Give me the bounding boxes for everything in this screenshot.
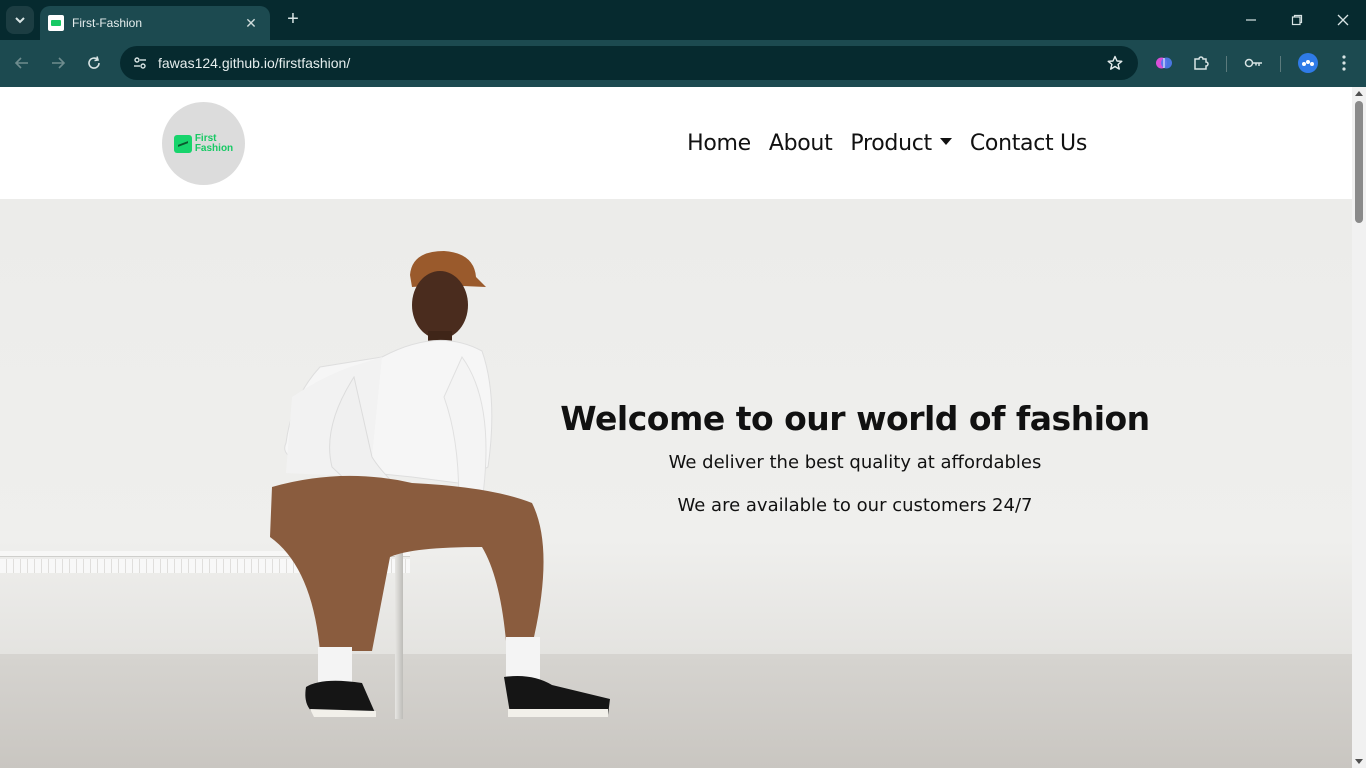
key-icon[interactable] xyxy=(1243,52,1265,74)
toolbar-divider xyxy=(1280,56,1281,72)
hero-tagline-2: We are available to our customers 24/7 xyxy=(677,495,1033,516)
hero-floor xyxy=(0,654,1352,768)
scroll-down-icon[interactable] xyxy=(1355,759,1363,764)
window-close-icon[interactable] xyxy=(1320,8,1366,32)
url-text[interactable]: fawas124.github.io/firstfashion/ xyxy=(158,55,1100,71)
chart-icon xyxy=(173,134,192,153)
hero-section: Welcome to our world of fashion We deliv… xyxy=(0,199,1352,768)
tab-search-button[interactable] xyxy=(6,6,34,34)
site-logo[interactable]: First Fashion xyxy=(162,102,245,185)
more-vert-icon[interactable] xyxy=(1333,52,1355,74)
page-viewport: First Fashion Home About Product Contact… xyxy=(0,87,1352,768)
caret-down-icon xyxy=(939,137,952,145)
toolbar-divider xyxy=(1226,56,1227,72)
restore-icon[interactable] xyxy=(1274,8,1320,32)
profile-icon[interactable] xyxy=(1297,52,1319,74)
nav-about[interactable]: About xyxy=(769,131,833,156)
logo-text: First Fashion xyxy=(194,132,234,154)
plus-icon[interactable]: + xyxy=(282,9,304,31)
hero-tagline-1: We deliver the best quality at affordabl… xyxy=(668,452,1042,473)
forward-arrow-icon[interactable] xyxy=(46,51,70,75)
extension-brain-icon[interactable] xyxy=(1153,52,1175,74)
nav-product-dropdown[interactable]: Product xyxy=(850,131,952,156)
hero-text-block: Welcome to our world of fashion We deliv… xyxy=(560,399,1150,516)
tab-strip: First-Fashion ✕ + xyxy=(0,0,1366,40)
minimize-icon[interactable] xyxy=(1228,8,1274,32)
tab-title: First-Fashion xyxy=(72,16,143,30)
nav-product-label: Product xyxy=(850,131,932,156)
reload-icon[interactable] xyxy=(82,51,106,75)
favicon-icon xyxy=(48,15,64,31)
browser-tab[interactable]: First-Fashion ✕ xyxy=(40,6,270,40)
hero-title: Welcome to our world of fashion xyxy=(560,399,1150,438)
scroll-up-icon[interactable] xyxy=(1355,91,1363,96)
nav-home[interactable]: Home xyxy=(687,131,751,156)
nav-contact[interactable]: Contact Us xyxy=(970,131,1087,156)
star-icon[interactable] xyxy=(1100,55,1130,71)
page-scrollbar[interactable] xyxy=(1352,87,1366,768)
nav-links: Home About Product Contact Us xyxy=(669,131,1087,156)
site-navbar: First Fashion Home About Product Contact… xyxy=(0,87,1352,199)
close-icon[interactable]: ✕ xyxy=(242,15,260,32)
site-info-icon[interactable] xyxy=(124,51,156,75)
logo-mark: First Fashion xyxy=(173,132,234,154)
browser-toolbar: fawas124.github.io/firstfashion/ xyxy=(0,40,1366,87)
chevron-down-icon xyxy=(15,17,25,24)
puzzle-icon[interactable] xyxy=(1190,52,1212,74)
address-bar[interactable]: fawas124.github.io/firstfashion/ xyxy=(120,46,1138,80)
back-arrow-icon[interactable] xyxy=(10,51,34,75)
scroll-thumb[interactable] xyxy=(1355,101,1363,223)
